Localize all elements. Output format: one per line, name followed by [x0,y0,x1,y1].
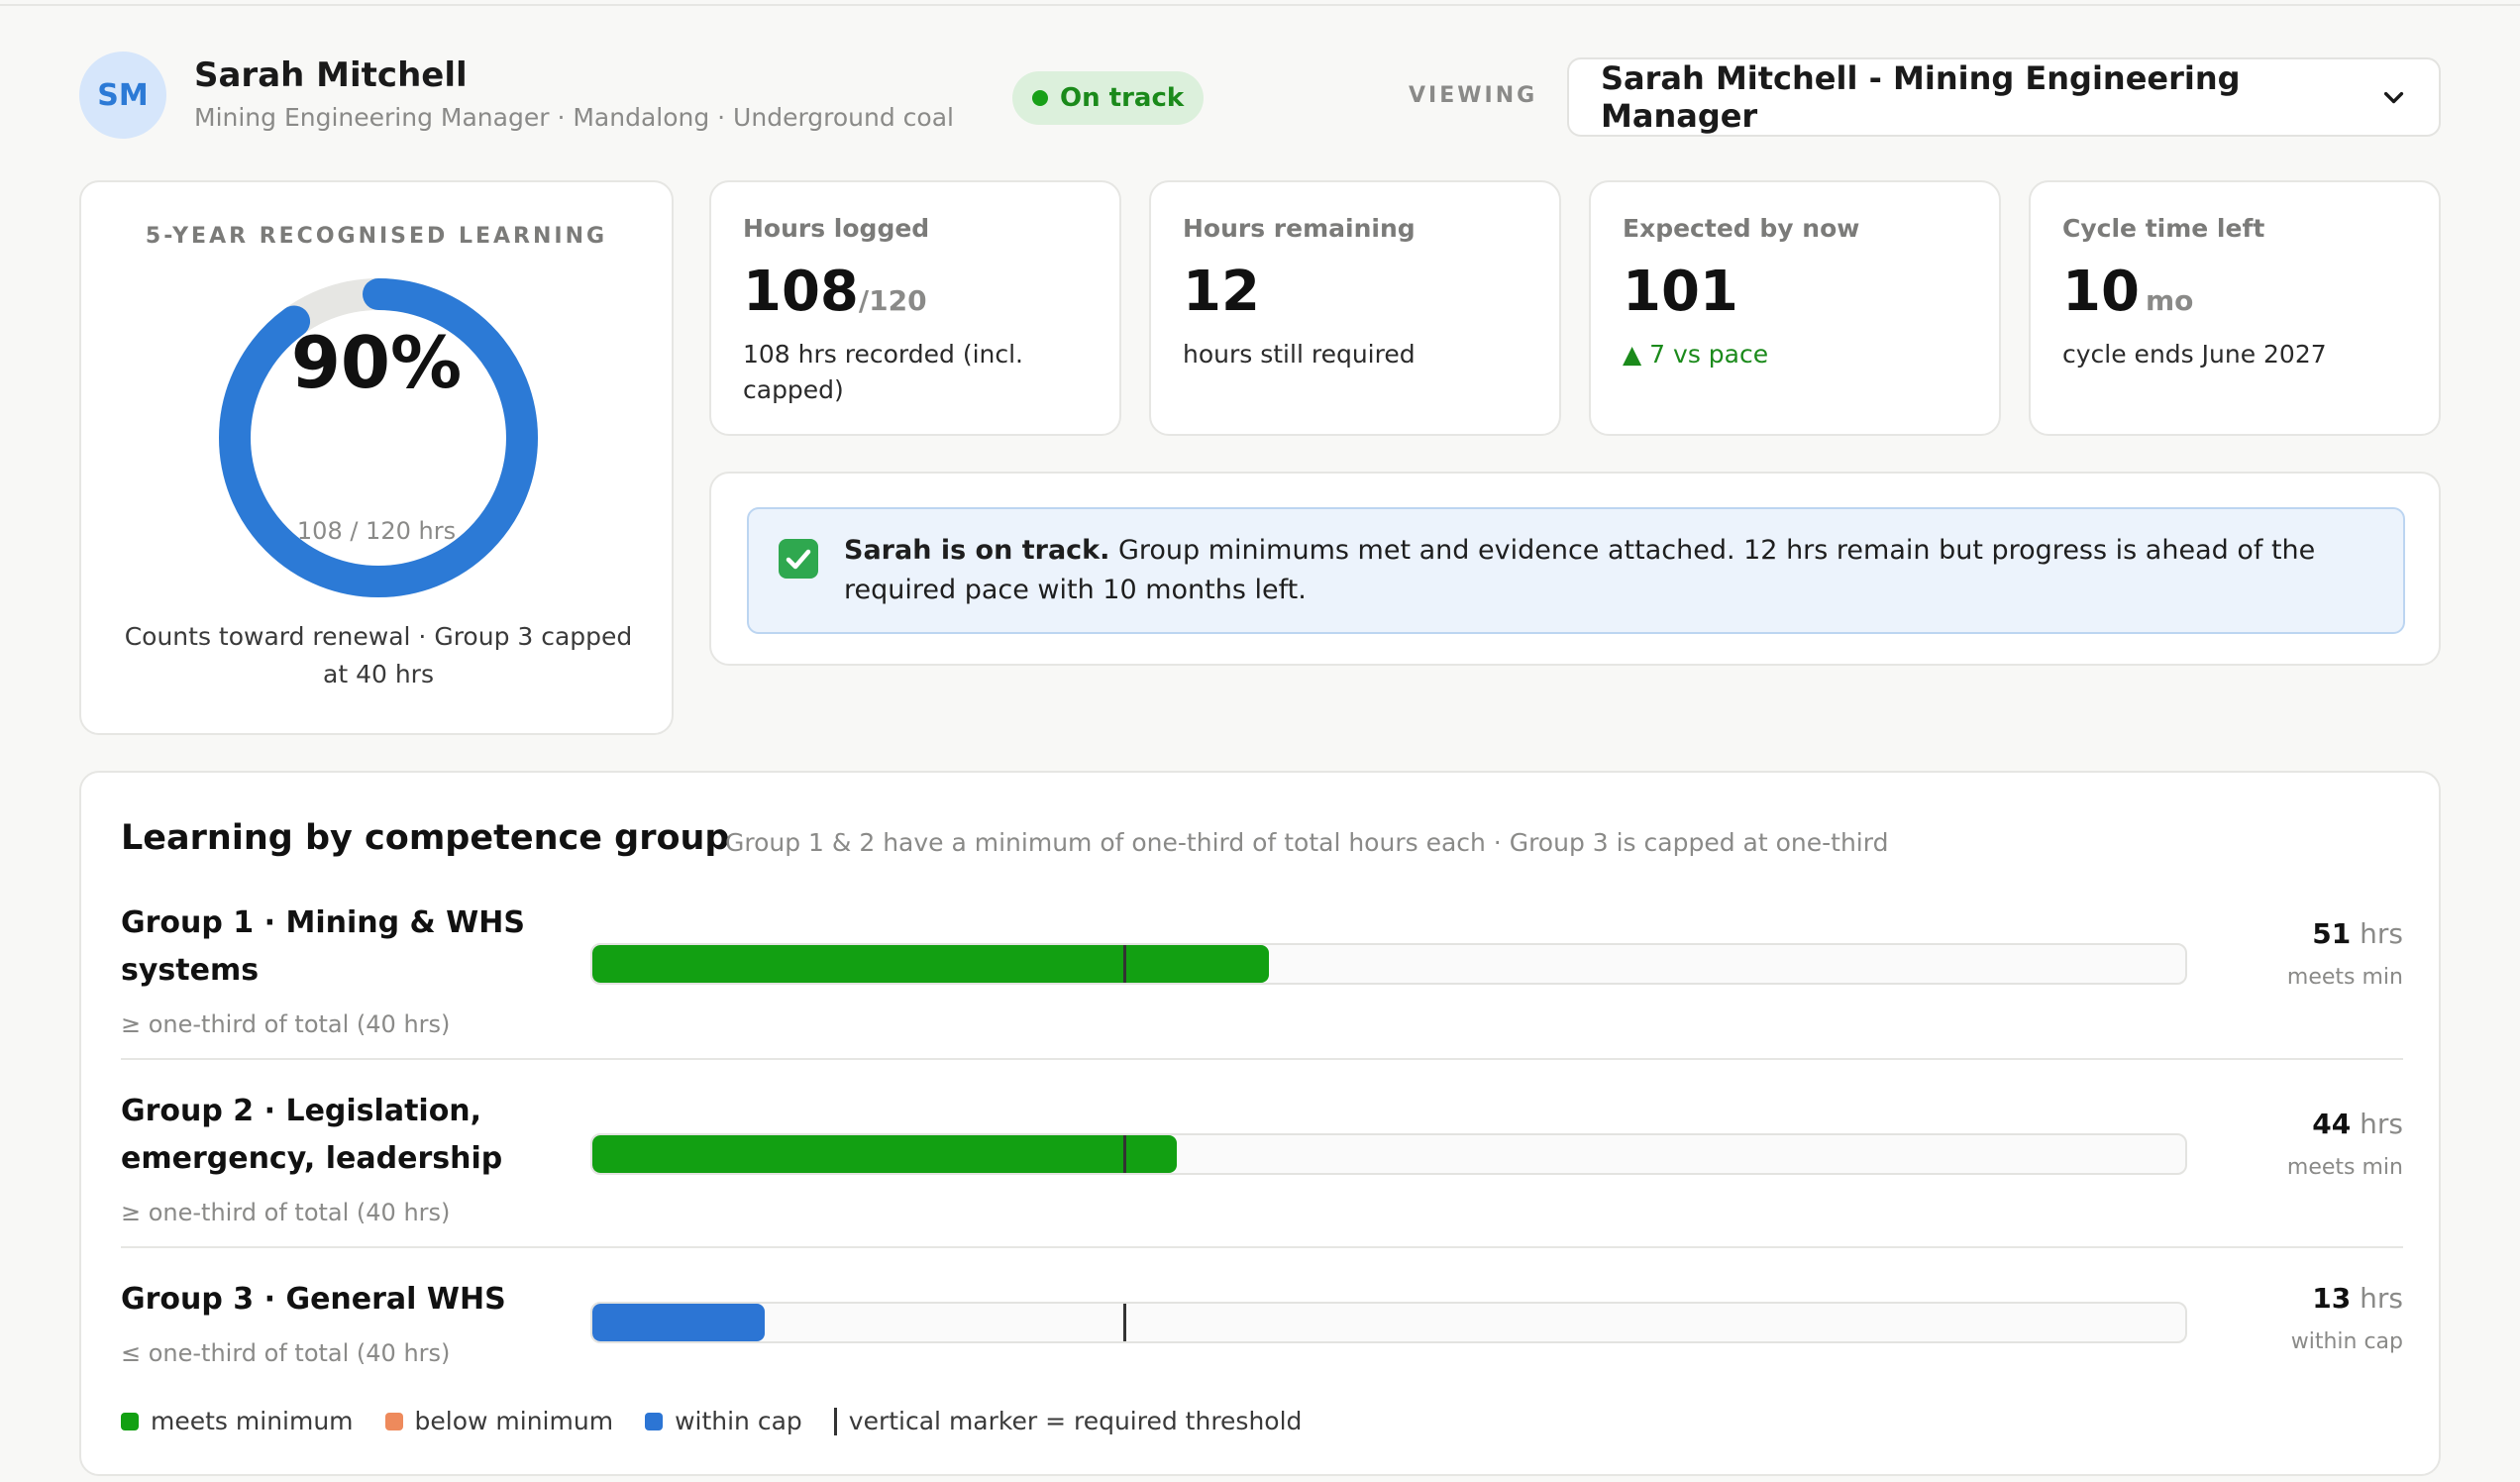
chevron-down-icon [2383,91,2404,104]
stat-value: 101 [1623,260,1738,324]
group-state: within cap [2290,1329,2403,1354]
status-badge: On track [1012,71,1205,125]
legend-swatch-meets [121,1412,139,1430]
viewing-select[interactable]: Sarah Mitchell - Mining Engineering Mana… [1567,57,2441,137]
groups-title: Learning by competence group [121,818,730,858]
stat-label: Hours remaining [1183,214,1416,243]
alert-text: Sarah is on track. Group minimums met an… [844,531,2369,610]
legend-below: below minimum [384,1407,614,1435]
group-name: Group 3 · General WHS [121,1282,506,1317]
group-bar-fill [592,945,1270,983]
group-state: meets min [2286,1155,2403,1180]
threshold-marker [1122,1304,1126,1341]
viewing-label: VIEWING [1409,83,1538,108]
stat-unit: mo [2145,284,2194,317]
stat-label: Expected by now [1623,214,1860,243]
avatar-initials: SM [97,77,149,113]
legend-cap: within cap [645,1407,802,1435]
status-badge-label: On track [1060,83,1185,113]
legend-marker: vertical marker = required threshold [833,1407,1303,1435]
group-hours-value: 44 [2312,1108,2352,1140]
group-hours-unit: hrs [2360,917,2403,950]
user-subtitle: Mining Engineering Manager · Mandalong ·… [194,103,954,132]
status-alert: Sarah is on track. Group minimums met an… [747,507,2405,634]
group-hours-value: 13 [2312,1282,2352,1315]
stat-sub: hours still required [1183,340,1416,369]
stat-sub: 108 hrs recorded (incl. capped) [743,340,1023,404]
competence-groups-card: Learning by competence group Group 1 & 2… [79,771,2441,1476]
legend: meets minimum below minimum within cap v… [121,1407,1302,1435]
stat-card-expected: Expected by now 101 ▲ 7 vs pace [1589,180,2001,436]
stat-number: 10 [2062,260,2140,324]
recognised-learning-card: 5-YEAR RECOGNISED LEARNING 90% 108 / 120… [79,180,674,735]
group-bar-fill [592,1135,1177,1173]
legend-swatch-below [384,1412,403,1430]
group-hours-unit: hrs [2360,1108,2403,1140]
group-state: meets min [2286,965,2403,990]
donut-note: Counts toward renewal · Group 3 capped a… [124,622,633,688]
group-hours: 51 hrs [2312,917,2403,950]
group-bar-fill [592,1304,766,1341]
group-name: Group 2 · Legislation, emergency, leader… [121,1094,503,1176]
legend-meets: meets minimum [121,1407,354,1435]
threshold-marker [1122,945,1126,983]
group-row-2: Group 2 · Legislation, emergency, leader… [121,1088,2403,1248]
stat-number: 12 [1183,260,1260,324]
group-bar-track [590,943,2187,985]
stat-unit: /120 [858,284,927,317]
group-hours-unit: hrs [2360,1282,2403,1315]
stat-label: Cycle time left [2062,214,2265,243]
donut-percent: 90% [290,321,463,404]
donut-title: 5-YEAR RECOGNISED LEARNING [145,224,608,249]
group-row-1: Group 1 · Mining & WHS systems ≥ one-thi… [121,900,2403,1060]
group-rule: ≥ one-third of total (40 hrs) [121,1199,451,1226]
stat-card-cycle-time: Cycle time left 10 mo cycle ends June 202… [2029,180,2441,436]
check-icon [779,539,818,579]
group-row-3: Group 3 · General WHS ≤ one-third of tot… [121,1276,2403,1385]
group-rule: ≤ one-third of total (40 hrs) [121,1339,451,1367]
stat-card-hours-logged: Hours logged 108/120 108 hrs recorded (i… [709,180,1121,436]
stat-number: 108 [743,260,859,324]
stat-sub-pace: ▲ 7 vs pace [1623,340,1769,369]
threshold-marker [1122,1135,1126,1173]
legend-label: meets minimum [151,1407,354,1435]
legend-label: below minimum [414,1407,614,1435]
user-name: Sarah Mitchell [194,55,468,95]
viewing-select-value: Sarah Mitchell - Mining Engineering Mana… [1601,59,2241,135]
status-alert-card: Sarah is on track. Group minimums met an… [709,472,2441,666]
stat-value: 12 [1183,260,1260,324]
group-bar-track [590,1133,2187,1175]
group-rule: ≥ one-third of total (40 hrs) [121,1010,451,1038]
group-bar-track [590,1302,2187,1343]
group-hours: 44 hrs [2312,1108,2403,1140]
group-hours-value: 51 [2312,917,2352,950]
groups-subtitle: Group 1 & 2 have a minimum of one-third … [725,828,1889,857]
legend-label: vertical marker = required threshold [848,1407,1303,1435]
stat-label: Hours logged [743,214,930,243]
top-divider [0,0,2520,6]
group-hours: 13 hrs [2312,1282,2403,1315]
alert-lead: Sarah is on track. [844,535,1110,566]
stat-sub: cycle ends June 2027 [2062,340,2327,369]
stat-value: 108/120 [743,260,927,324]
stat-value: 10 mo [2062,260,2193,324]
group-name: Group 1 · Mining & WHS systems [121,905,525,988]
legend-marker-icon [833,1407,837,1435]
stat-number: 101 [1623,260,1738,324]
stat-card-hours-remaining: Hours remaining 12 hours still required [1149,180,1561,436]
legend-swatch-cap [645,1412,664,1430]
avatar: SM [79,52,166,139]
status-dot-icon [1032,90,1048,106]
donut-hours: 108 / 120 hrs [296,517,457,545]
legend-label: within cap [675,1407,802,1435]
